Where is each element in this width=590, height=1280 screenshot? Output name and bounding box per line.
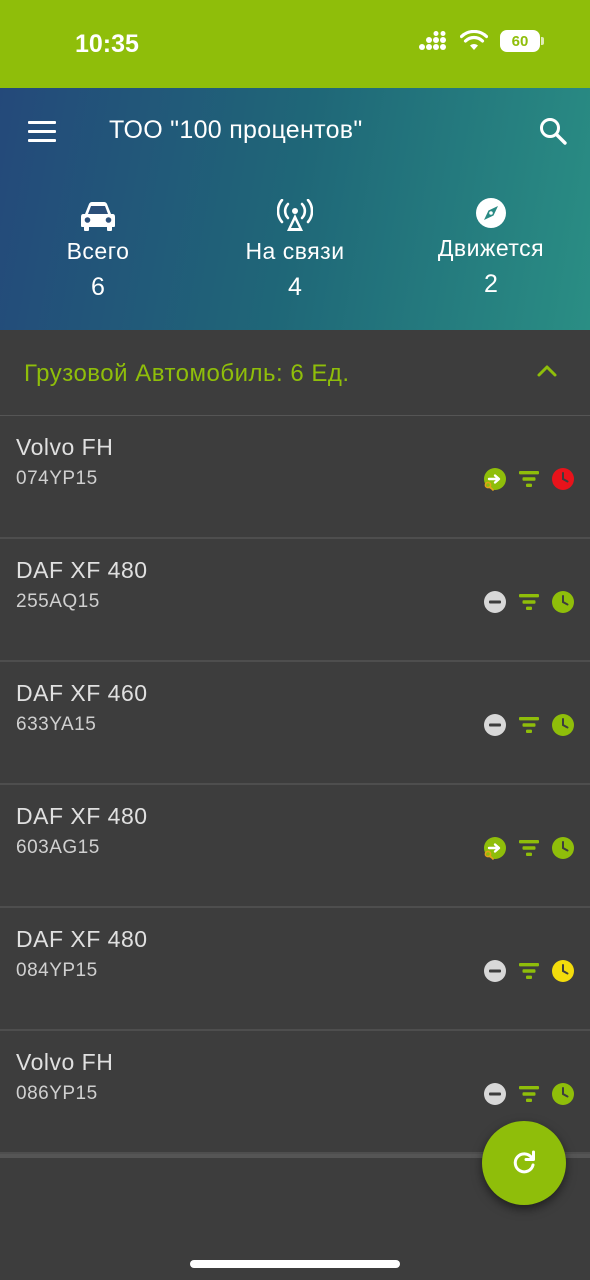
vehicle-name: DAF XF 480 xyxy=(16,926,148,952)
stat-total-label: Всего xyxy=(66,238,130,264)
menu-icon[interactable] xyxy=(28,121,56,143)
moving-key-icon xyxy=(483,467,507,491)
vehicle-plate: 084YP15 xyxy=(16,960,98,981)
clock-icon xyxy=(551,590,575,614)
vehicle-plate: 603AG15 xyxy=(16,837,100,858)
vehicle-name: DAF XF 460 xyxy=(16,680,148,706)
parked-icon xyxy=(483,590,507,614)
home-indicator[interactable] xyxy=(190,1260,400,1268)
vehicle-name: DAF XF 480 xyxy=(16,557,148,583)
status-time: 10:35 xyxy=(75,30,139,58)
wifi-icon xyxy=(460,30,488,50)
vehicle-row[interactable]: DAF XF 480 255AQ15 xyxy=(0,539,590,662)
stat-total-value: 6 xyxy=(91,273,105,301)
antenna-icon xyxy=(277,199,313,231)
status-bar: 10:35 60 xyxy=(0,0,590,88)
vehicle-name: DAF XF 480 xyxy=(16,803,148,829)
vehicle-row[interactable]: Volvo FH 074YP15 xyxy=(0,416,590,539)
vehicle-status-icons xyxy=(483,1082,575,1106)
signal-bars-icon xyxy=(517,1082,541,1106)
vehicle-row[interactable]: DAF XF 460 633YA15 xyxy=(0,662,590,785)
stat-moving[interactable]: Движется 2 xyxy=(393,195,589,299)
clock-icon xyxy=(551,1082,575,1106)
vehicle-row[interactable]: DAF XF 480 603AG15 xyxy=(0,785,590,908)
vehicle-plate: 255AQ15 xyxy=(16,591,100,612)
stat-online-value: 4 xyxy=(288,273,302,301)
parked-icon xyxy=(483,713,507,737)
vehicle-status-icons xyxy=(483,467,575,491)
vehicle-plate: 633YA15 xyxy=(16,714,97,735)
signal-bars-icon xyxy=(517,959,541,983)
vehicle-list: Volvo FH 074YP15 DAF XF 480 255AQ15 DAF … xyxy=(0,416,590,1154)
moving-key-icon xyxy=(483,836,507,860)
cellular-signal-icon xyxy=(419,31,446,50)
signal-bars-icon xyxy=(517,467,541,491)
signal-bars-icon xyxy=(517,836,541,860)
refresh-icon xyxy=(513,1150,535,1174)
vehicle-name: Volvo FH xyxy=(16,1049,114,1075)
group-title: Грузовой Автомобиль: 6 Ед. xyxy=(24,360,350,387)
vehicle-status-icons xyxy=(483,713,575,737)
vehicle-row[interactable]: DAF XF 480 084YP15 xyxy=(0,908,590,1031)
stat-online-label: На связи xyxy=(245,238,345,264)
parked-icon xyxy=(483,959,507,983)
vehicle-name: Volvo FH xyxy=(16,434,114,460)
vehicle-status-icons xyxy=(483,590,575,614)
status-icons: 60 xyxy=(418,30,544,52)
stat-moving-label: Движется xyxy=(437,235,545,261)
group-header[interactable]: Грузовой Автомобиль: 6 Ед. xyxy=(0,330,590,416)
compass-icon xyxy=(476,198,506,228)
search-icon[interactable] xyxy=(538,116,568,146)
page-title: ТОО "100 процентов" xyxy=(109,116,363,144)
refresh-button[interactable] xyxy=(482,1121,566,1205)
stat-online[interactable]: На связи 4 xyxy=(197,198,393,302)
signal-bars-icon xyxy=(517,590,541,614)
vehicle-status-icons xyxy=(483,959,575,983)
vehicle-status-icons xyxy=(483,836,575,860)
signal-bars-icon xyxy=(517,713,541,737)
battery-icon: 60 xyxy=(500,30,544,52)
clock-icon xyxy=(551,959,575,983)
stat-total[interactable]: Всего 6 xyxy=(0,198,196,302)
parked-icon xyxy=(483,1082,507,1106)
vehicle-plate: 086YP15 xyxy=(16,1083,98,1104)
clock-icon xyxy=(551,713,575,737)
vehicle-plate: 074YP15 xyxy=(16,468,98,489)
clock-icon xyxy=(551,467,575,491)
chevron-up-icon[interactable] xyxy=(536,362,558,378)
stat-moving-value: 2 xyxy=(484,270,498,298)
car-icon xyxy=(81,202,115,231)
clock-icon xyxy=(551,836,575,860)
